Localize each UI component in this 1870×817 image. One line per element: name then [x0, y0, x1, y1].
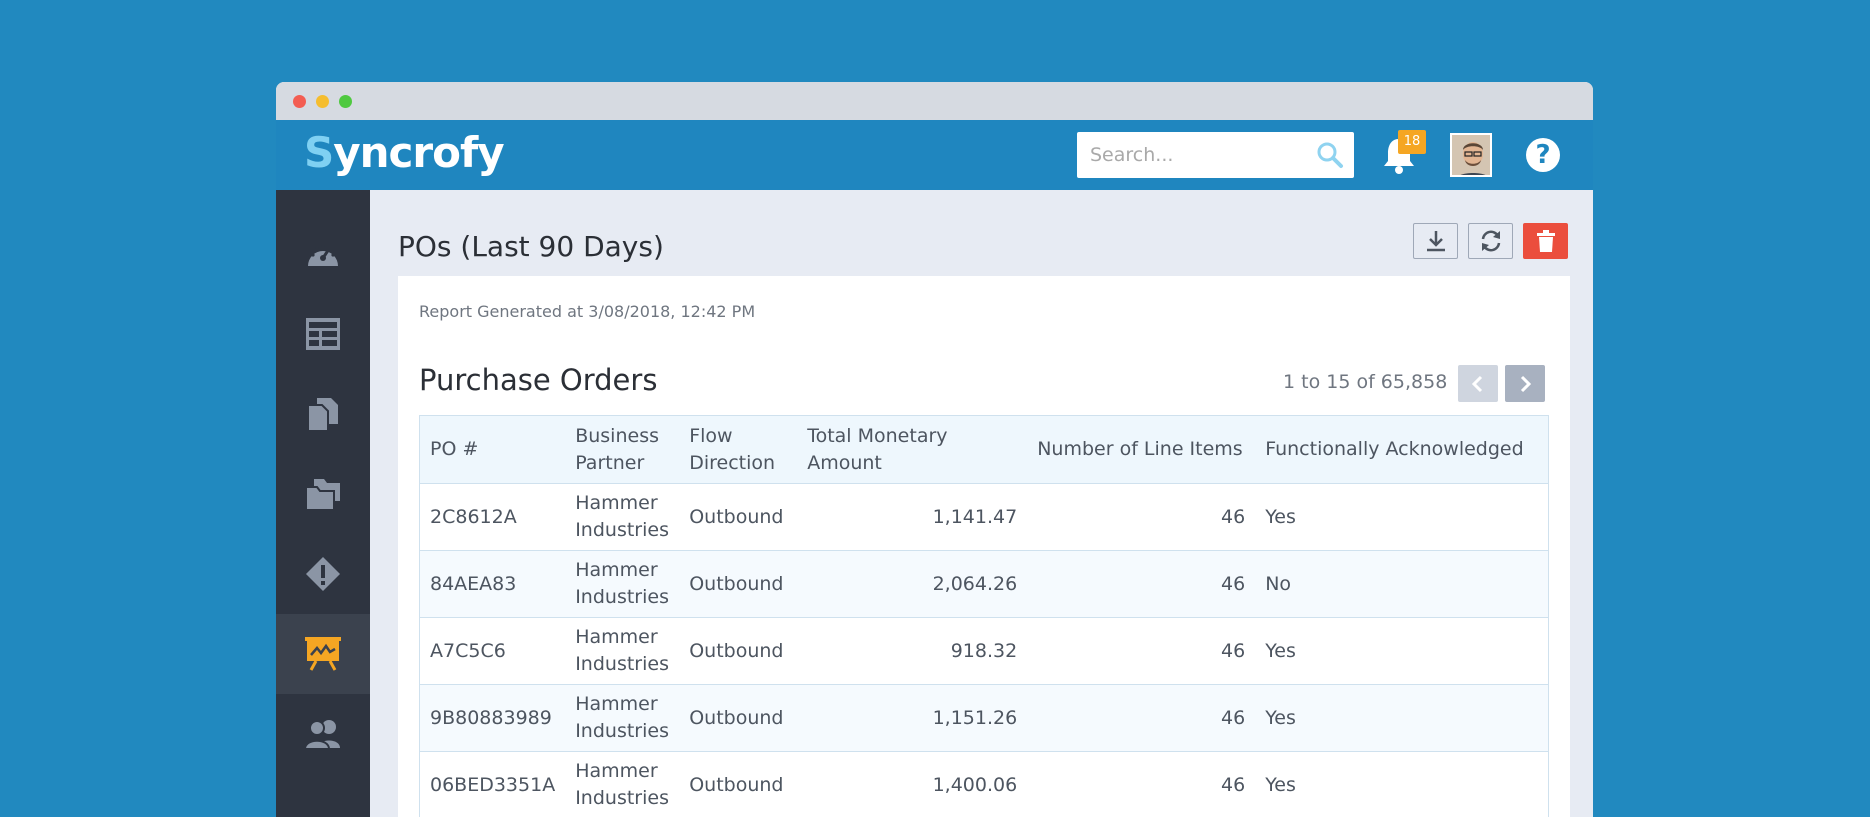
table-row[interactable]: 2C8612A Hammer Industries Outbound 1,141… [419, 483, 1549, 551]
refresh-icon [1481, 230, 1500, 252]
help-button[interactable]: ? [1526, 138, 1560, 172]
search-box [1077, 132, 1354, 178]
minimize-window-button[interactable] [316, 95, 329, 108]
close-window-button[interactable] [293, 95, 306, 108]
cell-business-partner: Hammer Industries [575, 626, 669, 675]
chevron-left-icon [1471, 375, 1483, 392]
trash-icon [1536, 230, 1555, 252]
cell-line-items: 46 [1221, 572, 1246, 595]
main-content: POs (Last 90 Days) Report Generated at 3… [370, 190, 1593, 817]
column-header-flow-direction[interactable]: Flow Direction [679, 416, 797, 484]
window-titlebar [276, 82, 1593, 120]
cell-total-amount: 1,141.47 [932, 505, 1018, 528]
report-generated-timestamp: Report Generated at 3/08/2018, 12:42 PM [419, 302, 756, 321]
cell-flow-direction: Outbound [689, 572, 784, 595]
cell-po-number: 84AEA83 [430, 572, 517, 595]
cell-po-number: 2C8612A [430, 505, 517, 528]
cell-business-partner: Hammer Industries [575, 760, 669, 809]
cell-business-partner: Hammer Industries [575, 559, 669, 608]
download-button[interactable] [1413, 223, 1458, 259]
search-input[interactable] [1077, 132, 1307, 178]
refresh-button[interactable] [1468, 223, 1513, 259]
cell-functionally-acknowledged: No [1265, 572, 1292, 595]
sidebar-item-documents[interactable] [276, 374, 370, 454]
column-header-functionally-acknowledged[interactable]: Functionally Acknowledged [1255, 416, 1548, 484]
table-row[interactable]: 84AEA83 Hammer Industries Outbound 2,064… [419, 550, 1549, 618]
cell-total-amount: 1,151.26 [932, 706, 1018, 729]
maximize-window-button[interactable] [339, 95, 352, 108]
cell-flow-direction: Outbound [689, 505, 784, 528]
report-panel: Report Generated at 3/08/2018, 12:42 PM … [398, 276, 1570, 817]
dashboard-gauge-icon [308, 244, 338, 266]
cell-po-number: 06BED3351A [430, 773, 556, 796]
table-row[interactable]: 9B80883989 Hammer Industries Outbound 1,… [419, 684, 1549, 752]
sidebar-item-alerts[interactable] [276, 534, 370, 614]
cell-line-items: 46 [1221, 505, 1246, 528]
table-row[interactable]: A7C5C6 Hammer Industries Outbound 918.32… [419, 617, 1549, 685]
column-header-line-items[interactable]: Number of Line Items [1027, 416, 1255, 484]
search-icon[interactable] [1316, 141, 1344, 173]
table-header-row: PO # Business Partner Flow Direction Tot… [419, 415, 1549, 484]
table-row[interactable]: 06BED3351A Hammer Industries Outbound 1,… [419, 751, 1549, 817]
cell-total-amount: 918.32 [950, 639, 1018, 662]
cell-po-number: A7C5C6 [430, 639, 506, 662]
cell-line-items: 46 [1221, 773, 1246, 796]
column-header-total-amount[interactable]: Total Monetary Amount [797, 416, 1027, 484]
notification-count-badge: 18 [1398, 130, 1426, 154]
report-chart-icon [305, 637, 341, 671]
cell-flow-direction: Outbound [689, 773, 784, 796]
cell-po-number: 9B80883989 [430, 706, 552, 729]
column-header-po[interactable]: PO # [420, 416, 566, 484]
cell-flow-direction: Outbound [689, 706, 784, 729]
sidebar-item-reports[interactable] [276, 614, 370, 694]
sidebar-item-folders[interactable] [276, 454, 370, 534]
documents-icon [307, 398, 338, 432]
alert-diamond-icon [306, 557, 340, 591]
cell-line-items: 46 [1221, 706, 1246, 729]
delete-button[interactable] [1523, 223, 1568, 259]
cell-functionally-acknowledged: Yes [1265, 706, 1296, 729]
pagination-summary: 1 to 15 of 65,858 [1283, 371, 1448, 393]
layout-list-icon [306, 318, 340, 350]
previous-page-button[interactable] [1458, 365, 1498, 402]
cell-total-amount: 1,400.06 [932, 773, 1018, 796]
sidebar-item-users[interactable] [276, 694, 370, 774]
sidebar-nav [276, 190, 370, 817]
cell-flow-direction: Outbound [689, 639, 784, 662]
cell-business-partner: Hammer Industries [575, 693, 669, 742]
sidebar-item-dashboard[interactable] [276, 214, 370, 294]
download-icon [1426, 231, 1445, 252]
cell-functionally-acknowledged: Yes [1265, 639, 1296, 662]
page-title: POs (Last 90 Days) [398, 230, 664, 263]
next-page-button[interactable] [1505, 365, 1545, 402]
purchase-orders-table: PO # Business Partner Flow Direction Tot… [419, 415, 1549, 817]
sidebar-item-layouts[interactable] [276, 294, 370, 374]
cell-business-partner: Hammer Industries [575, 492, 669, 541]
cell-functionally-acknowledged: Yes [1265, 505, 1296, 528]
cell-line-items: 46 [1221, 639, 1246, 662]
user-avatar[interactable] [1450, 133, 1492, 177]
chevron-right-icon [1520, 375, 1532, 392]
syncrofy-logo[interactable]: Syncrofy [304, 128, 505, 177]
folders-icon [305, 479, 340, 511]
app-window: Syncrofy 18 [276, 82, 1593, 817]
cell-functionally-acknowledged: Yes [1265, 773, 1296, 796]
cell-total-amount: 2,064.26 [932, 572, 1018, 595]
users-icon [304, 720, 340, 750]
section-title: Purchase Orders [419, 363, 658, 397]
app-header: Syncrofy 18 [276, 120, 1593, 190]
column-header-business-partner[interactable]: Business Partner [565, 416, 679, 484]
